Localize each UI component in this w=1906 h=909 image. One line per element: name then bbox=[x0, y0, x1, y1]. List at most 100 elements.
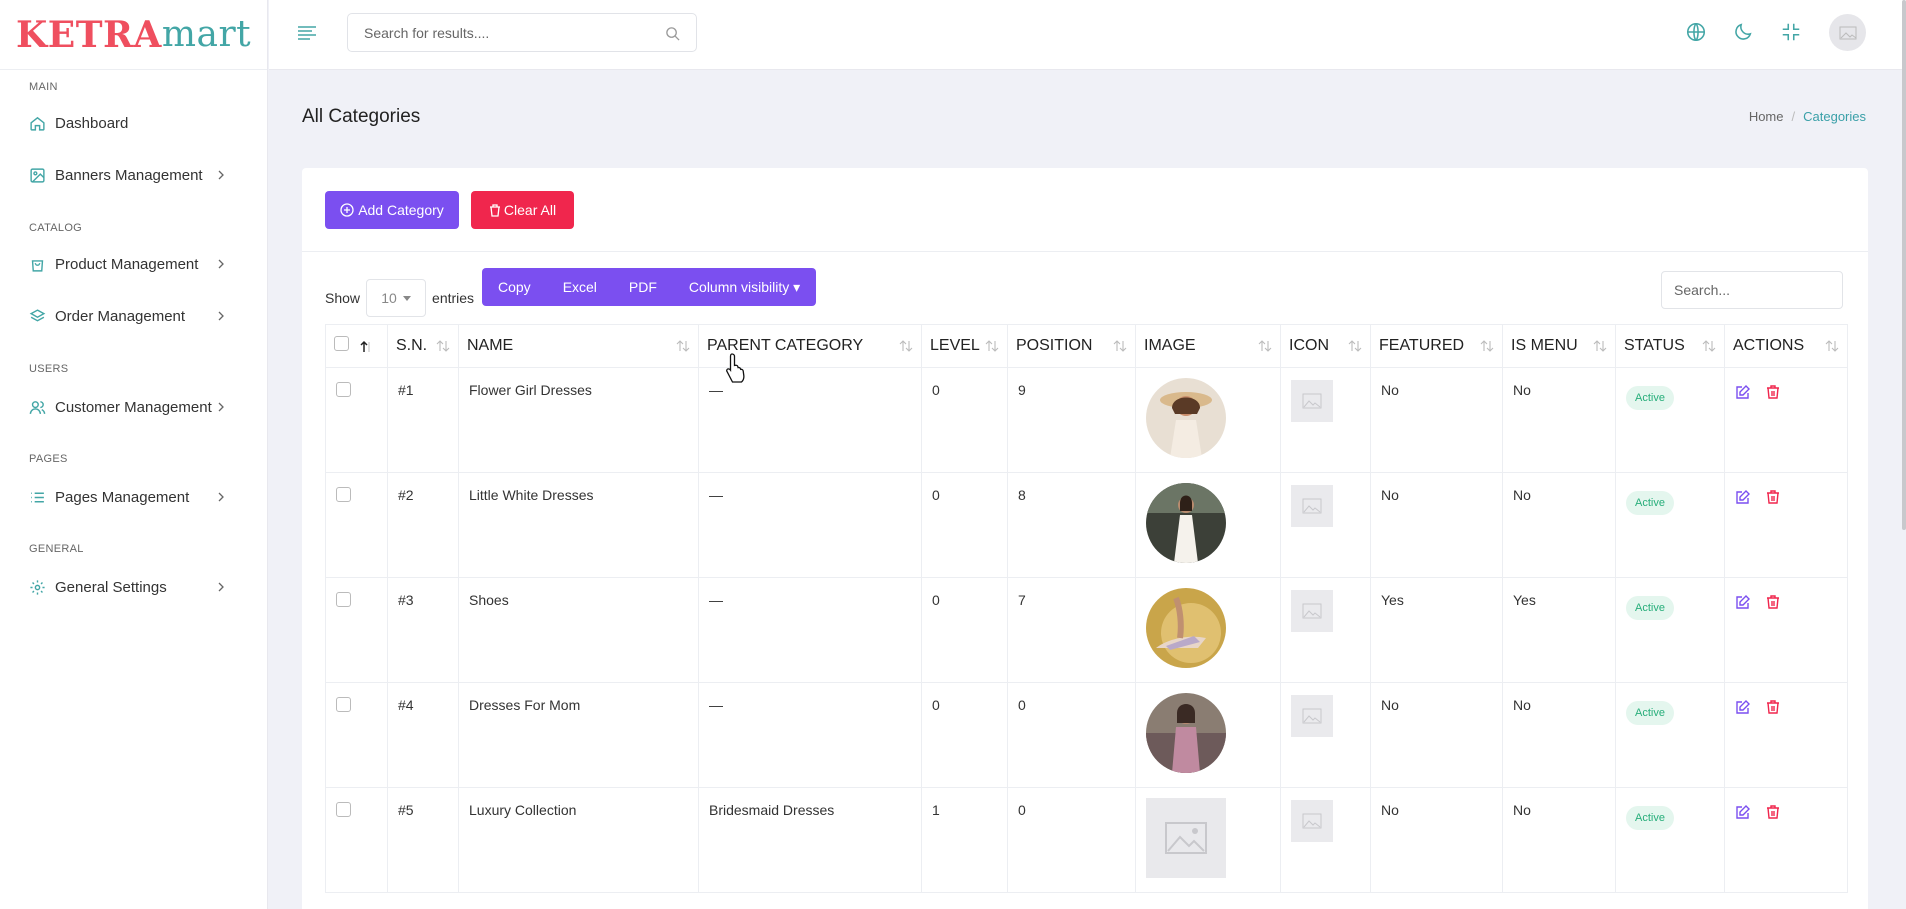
section-general-label: GENERAL bbox=[29, 543, 84, 555]
cell-position: 7 bbox=[1007, 577, 1136, 683]
col-header-label: POSITION bbox=[1016, 337, 1093, 354]
pdf-button[interactable]: PDF bbox=[613, 279, 673, 295]
chevron-right-icon bbox=[218, 170, 224, 180]
icon-placeholder bbox=[1291, 590, 1333, 632]
icon-placeholder bbox=[1291, 695, 1333, 737]
breadcrumb-home[interactable]: Home bbox=[1749, 109, 1784, 124]
menu-toggle-icon[interactable] bbox=[297, 25, 317, 41]
trash-icon[interactable] bbox=[1765, 594, 1781, 610]
entries-select[interactable]: 10 bbox=[366, 279, 427, 317]
col-header-label: ACTIONS bbox=[1733, 337, 1805, 354]
image-placeholder-icon bbox=[1302, 708, 1322, 724]
col-header-label: STATUS bbox=[1624, 337, 1685, 354]
cell-name: Dresses For Mom bbox=[458, 682, 699, 788]
edit-icon[interactable] bbox=[1735, 384, 1751, 400]
sidebar: KETRA mart MAIN Dashboard Banners Managem… bbox=[0, 0, 268, 909]
row-checkbox[interactable] bbox=[336, 382, 351, 397]
sidebar-item-banners[interactable]: Banners Management bbox=[29, 162, 239, 188]
col-header-actions[interactable]: ACTIONS bbox=[1724, 324, 1848, 368]
col-header-position[interactable]: POSITION bbox=[1007, 324, 1136, 368]
trash-icon[interactable] bbox=[1765, 384, 1781, 400]
global-search-input[interactable] bbox=[364, 24, 654, 41]
clear-all-button[interactable]: Clear All bbox=[471, 191, 574, 229]
sort-icon bbox=[985, 340, 999, 352]
edit-icon[interactable] bbox=[1735, 804, 1751, 820]
excel-button[interactable]: Excel bbox=[547, 279, 613, 295]
edit-icon[interactable] bbox=[1735, 489, 1751, 505]
cell-is-menu: No bbox=[1502, 367, 1616, 473]
cell-featured: Yes bbox=[1370, 577, 1503, 683]
cell-level: 0 bbox=[921, 682, 1008, 788]
card-toolbar: Add Category Clear All bbox=[302, 168, 1868, 252]
categories-card: Add Category Clear All Show 10 entries C… bbox=[302, 168, 1868, 909]
chevron-right-icon bbox=[218, 311, 224, 321]
row-checkbox[interactable] bbox=[336, 802, 351, 817]
sidebar-item-orders[interactable]: Order Management bbox=[29, 303, 239, 329]
search-icon[interactable] bbox=[665, 26, 680, 41]
brand-logo-part1: KETRA bbox=[16, 13, 162, 56]
global-search bbox=[347, 13, 697, 52]
category-image bbox=[1146, 693, 1226, 773]
icon-placeholder bbox=[1291, 485, 1333, 527]
sidebar-item-label: Dashboard bbox=[55, 114, 129, 132]
section-users-label: USERS bbox=[29, 363, 69, 375]
copy-button[interactable]: Copy bbox=[482, 279, 547, 295]
table-row: #1 Flower Girl Dresses — 0 9 No No Activ… bbox=[325, 367, 1848, 473]
col-header-label: ICON bbox=[1289, 337, 1329, 354]
column-visibility-label: Column visibility bbox=[688, 278, 790, 295]
col-header-sn[interactable]: S.N. bbox=[387, 324, 459, 368]
entries-label: entries bbox=[432, 290, 475, 306]
row-checkbox[interactable] bbox=[336, 697, 351, 712]
fullscreen-exit-icon[interactable] bbox=[1780, 21, 1802, 43]
sidebar-item-pages[interactable]: Pages Management bbox=[29, 484, 239, 510]
gear-icon bbox=[30, 579, 45, 595]
table-header-row: S.N. NAME PARENT CATEGORY LEVEL POSITION… bbox=[325, 324, 1848, 368]
col-header-label: LEVEL bbox=[930, 337, 980, 354]
cell-parent: — bbox=[698, 682, 922, 788]
cell-sn: #3 bbox=[387, 577, 459, 683]
col-header-is-menu[interactable]: IS MENU bbox=[1502, 324, 1616, 368]
trash-icon[interactable] bbox=[1765, 699, 1781, 715]
image-placeholder-icon bbox=[1302, 498, 1322, 514]
sort-icon bbox=[1593, 340, 1607, 352]
sort-asc-icon[interactable] bbox=[359, 340, 373, 354]
avatar[interactable] bbox=[1829, 14, 1866, 51]
cell-position: 9 bbox=[1007, 367, 1136, 473]
brand-logo[interactable]: KETRA mart bbox=[0, 0, 267, 70]
cell-name: Shoes bbox=[458, 577, 699, 683]
edit-icon[interactable] bbox=[1735, 594, 1751, 610]
chevron-right-icon bbox=[218, 582, 224, 592]
category-image-placeholder bbox=[1146, 798, 1226, 878]
moon-icon[interactable] bbox=[1732, 21, 1754, 43]
sidebar-item-dashboard[interactable]: Dashboard bbox=[29, 110, 239, 136]
sidebar-item-products[interactable]: Product Management bbox=[29, 251, 239, 277]
trash-icon[interactable] bbox=[1765, 489, 1781, 505]
brand-logo-part2: mart bbox=[161, 14, 252, 55]
row-checkbox[interactable] bbox=[336, 487, 351, 502]
table-search-input[interactable] bbox=[1661, 271, 1843, 309]
col-header-name[interactable]: NAME bbox=[458, 324, 699, 368]
col-header-icon[interactable]: ICON bbox=[1280, 324, 1371, 368]
cell-level: 0 bbox=[921, 577, 1008, 683]
trash-icon[interactable] bbox=[1765, 804, 1781, 820]
image-placeholder-icon bbox=[1302, 603, 1322, 619]
globe-icon[interactable] bbox=[1685, 21, 1707, 43]
select-all-checkbox[interactable] bbox=[334, 336, 349, 351]
category-image bbox=[1146, 483, 1226, 563]
show-label: Show bbox=[325, 290, 361, 306]
edit-icon[interactable] bbox=[1735, 699, 1751, 715]
col-header-status[interactable]: STATUS bbox=[1615, 324, 1725, 368]
col-header-level[interactable]: LEVEL bbox=[921, 324, 1008, 368]
column-visibility-button[interactable]: Column visibility ▾ bbox=[673, 279, 816, 296]
cell-name: Little White Dresses bbox=[458, 472, 699, 578]
page-scrollbar[interactable] bbox=[1902, 0, 1906, 530]
breadcrumb-current: Categories bbox=[1803, 109, 1866, 124]
col-header-featured[interactable]: FEATURED bbox=[1370, 324, 1503, 368]
add-category-button[interactable]: Add Category bbox=[325, 191, 459, 229]
row-checkbox[interactable] bbox=[336, 592, 351, 607]
section-catalog-label: CATALOG bbox=[29, 222, 83, 234]
home-icon bbox=[30, 116, 45, 131]
sidebar-item-settings[interactable]: General Settings bbox=[29, 574, 239, 600]
col-header-image[interactable]: IMAGE bbox=[1135, 324, 1281, 368]
sidebar-item-customers[interactable]: Customer Management bbox=[29, 394, 239, 420]
